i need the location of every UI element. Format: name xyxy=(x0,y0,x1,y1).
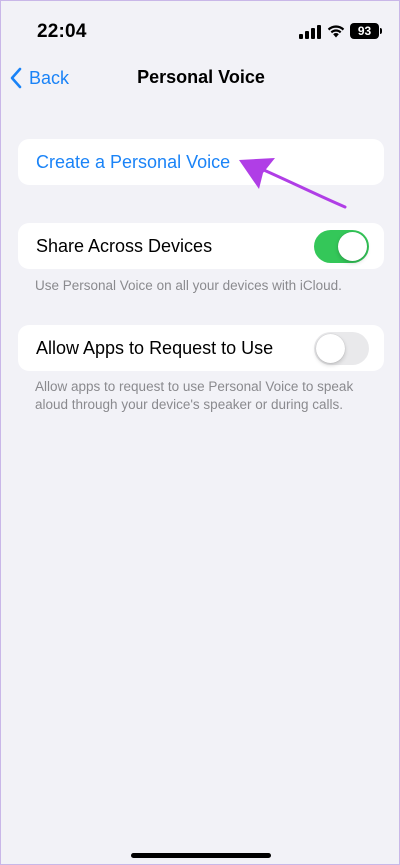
home-indicator[interactable] xyxy=(131,853,271,858)
toggle-knob xyxy=(316,334,345,363)
page-title: Personal Voice xyxy=(137,67,265,87)
share-across-devices-toggle[interactable] xyxy=(314,230,369,263)
share-across-devices-label: Share Across Devices xyxy=(36,236,213,256)
battery-cap xyxy=(380,28,382,34)
annotation-arrow-icon xyxy=(239,158,347,209)
status-time: 22:04 xyxy=(37,21,87,42)
battery-level: 93 xyxy=(357,24,372,38)
toggle-knob xyxy=(338,232,367,261)
share-across-devices-row: Share Across Devices xyxy=(18,223,384,269)
create-personal-voice-button[interactable]: Create a Personal Voice xyxy=(36,152,230,173)
personal-voice-screen: 22:04 93 Back Personal Voice Create a Pe… xyxy=(0,0,400,865)
share-across-devices-footer: Use Personal Voice on all your devices w… xyxy=(35,278,342,293)
battery-icon: 93 xyxy=(350,23,379,39)
status-bar: 22:04 93 xyxy=(1,1,399,61)
allow-apps-request-toggle[interactable] xyxy=(314,332,369,365)
allow-apps-request-row: Allow Apps to Request to Use xyxy=(18,325,384,371)
wifi-icon xyxy=(327,25,345,38)
allow-apps-request-label: Allow Apps to Request to Use xyxy=(36,338,274,358)
signal-icon xyxy=(299,25,321,39)
allow-apps-request-footer: Allow apps to request to use Personal Vo… xyxy=(35,379,354,412)
